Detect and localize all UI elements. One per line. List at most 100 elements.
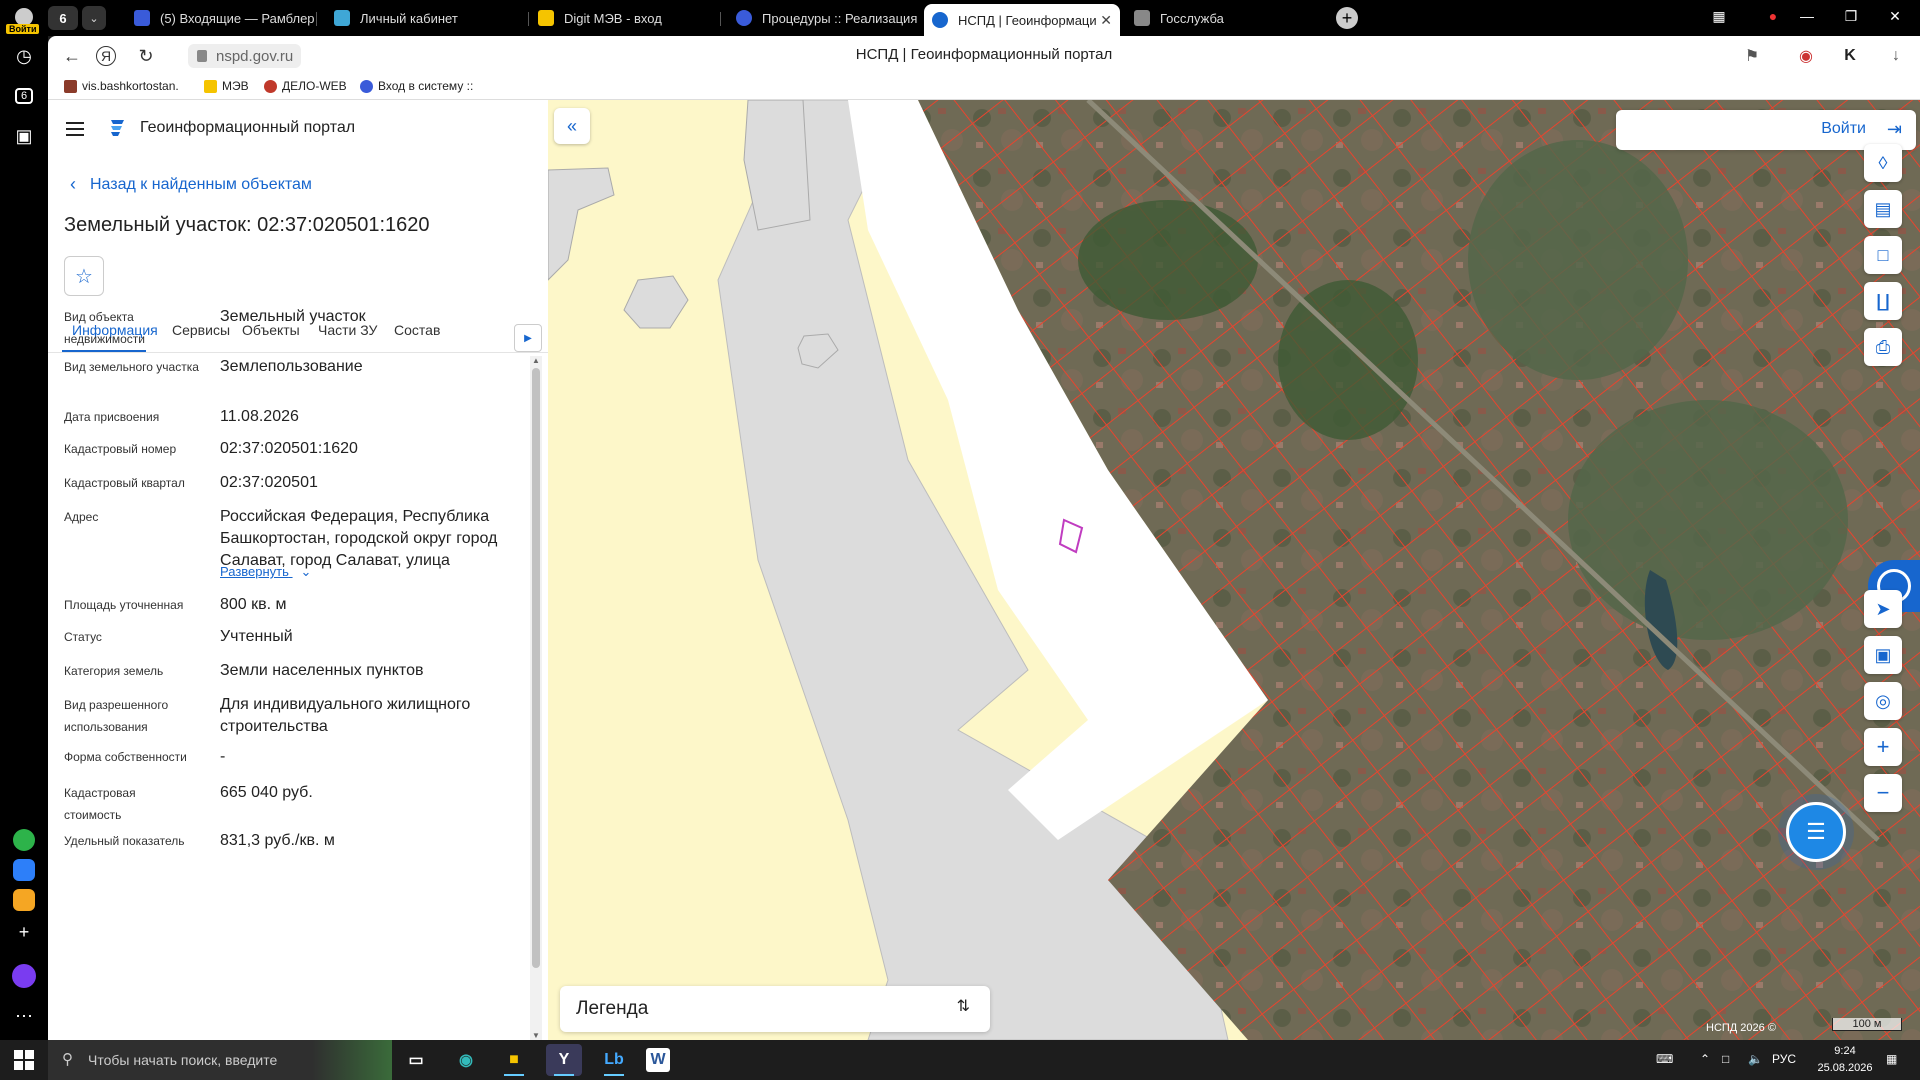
share-icon[interactable]: ∐ xyxy=(1864,282,1902,320)
property-key: Форма собственности xyxy=(64,750,187,764)
favorite-button[interactable]: ☆ xyxy=(64,256,104,296)
notifications-icon[interactable]: ● xyxy=(1758,8,1788,24)
volume-icon[interactable]: 🔈 xyxy=(1748,1052,1763,1066)
lb-app-icon[interactable]: Lb xyxy=(596,1044,632,1076)
chevron-down-icon[interactable]: ⌄ xyxy=(82,6,106,30)
property-value: Для индивидуального жилищного строительс… xyxy=(220,696,471,735)
browser-tab[interactable]: (5) Входящие — Рамблер xyxy=(126,4,314,32)
keyboard-icon[interactable]: ⌨ xyxy=(1656,1052,1673,1066)
zoom-out-button[interactable]: − xyxy=(1864,774,1902,812)
scrollbar-thumb[interactable] xyxy=(532,368,540,968)
more-icon[interactable]: ⋯ xyxy=(8,1000,40,1032)
chat-button[interactable]: ☰ xyxy=(1778,794,1854,870)
property-key: Кадастровый номер xyxy=(64,442,177,456)
property-value: 831,3 руб./кв. м xyxy=(220,832,335,849)
bookmark-icon[interactable]: ⚑ xyxy=(1740,44,1764,68)
select-area-icon[interactable]: □ xyxy=(1864,236,1902,274)
bookmark-item[interactable]: Вход в систему :: xyxy=(360,79,473,93)
back-button[interactable]: ← xyxy=(60,44,84,68)
property-key: Категория земель xyxy=(64,664,164,678)
map-view[interactable]: « Войти ⇥ ◊ ▤ □ ∐ ⎙ ➤ ▣ ◎ + − ☰ Легенда ⇅ … xyxy=(548,100,1920,1040)
tab-count[interactable]: 6 xyxy=(48,6,78,30)
screenshot-icon[interactable]: ▣ xyxy=(8,120,40,152)
edge-icon[interactable]: ◉ xyxy=(448,1044,484,1076)
gossluzhba-icon xyxy=(1134,10,1150,26)
taskbar-search[interactable]: ⚲ Чтобы начать поиск, введите xyxy=(48,1040,392,1080)
yandex-icon[interactable]: Я xyxy=(96,46,116,66)
yandex-browser-icon[interactable]: Y xyxy=(546,1044,582,1076)
locate-icon[interactable]: ➤ xyxy=(1864,590,1902,628)
close-window-button[interactable]: ✕ xyxy=(1880,8,1910,25)
network-icon[interactable]: □ xyxy=(1722,1052,1729,1066)
browser-tab-active[interactable]: НСПД | Геоинформаци ✕ xyxy=(924,4,1120,36)
legend-panel[interactable]: Легенда ⇅ xyxy=(560,986,990,1032)
search-location-icon[interactable]: ◎ xyxy=(1864,682,1902,720)
restore-button[interactable]: ❐ xyxy=(1836,8,1866,25)
ruler-icon[interactable]: ▤ xyxy=(1864,190,1902,228)
clock[interactable]: 9:24 25.08.2026 xyxy=(1810,1043,1880,1077)
login-icon: ⇥ xyxy=(1886,119,1902,139)
scroll-up-icon[interactable]: ▲ xyxy=(532,356,540,365)
alice-icon[interactable] xyxy=(8,960,40,992)
bookmarks-panel-icon[interactable]: ▦ xyxy=(1704,8,1734,25)
delo-icon xyxy=(264,79,277,93)
property-key: Вид объекта недвижимости xyxy=(64,310,145,346)
url-field[interactable]: nspd.gov.ru xyxy=(188,44,302,68)
close-icon[interactable]: ✕ xyxy=(1100,12,1112,29)
minimap-icon[interactable]: ▣ xyxy=(1864,636,1902,674)
zoom-in-button[interactable]: + xyxy=(1864,728,1902,766)
tabs-scroll-right-icon[interactable]: ▶ xyxy=(514,324,542,352)
new-tab-button[interactable]: + xyxy=(1336,7,1358,29)
search-highlight-image xyxy=(312,1040,392,1080)
notification-center-icon[interactable]: ▦ xyxy=(1886,1052,1897,1066)
word-icon[interactable]: W xyxy=(646,1048,670,1072)
minimize-button[interactable]: — xyxy=(1792,8,1822,24)
bookmark-item[interactable]: ДЕЛО-WEB xyxy=(264,79,347,93)
expand-address-link[interactable]: Развернуть ⌄ xyxy=(220,564,311,580)
tabs-count-icon[interactable]: 6 xyxy=(8,80,40,112)
browser-tab[interactable]: Госслужба xyxy=(1126,4,1326,32)
history-icon[interactable]: ◷ xyxy=(8,40,40,72)
property-value: Учтенный xyxy=(220,628,293,645)
browser-tab[interactable]: Личный кабинет xyxy=(326,4,526,32)
login-site-icon xyxy=(360,79,373,93)
panel-scrollbar[interactable]: ▲ ▼ xyxy=(530,356,542,1040)
downloads-icon[interactable]: ↓ xyxy=(1884,44,1908,68)
app-icon-green[interactable] xyxy=(8,824,40,856)
chevron-down-icon: ⌄ xyxy=(300,564,312,579)
menu-icon[interactable] xyxy=(66,122,84,136)
property-key: Удельный показатель xyxy=(64,834,185,848)
add-icon[interactable]: + xyxy=(8,916,40,948)
object-title: Земельный участок: 02:37:020501:1620 xyxy=(64,214,430,236)
scroll-down-icon[interactable]: ▼ xyxy=(532,1031,540,1040)
search-icon: ⚲ xyxy=(62,1051,73,1068)
tray-arrow-icon[interactable]: ⌃ xyxy=(1700,1052,1710,1066)
windows-start-icon[interactable] xyxy=(14,1050,34,1070)
property-value: Земли населенных пунктов xyxy=(220,662,424,679)
app-icon-blue[interactable] xyxy=(8,854,40,886)
protect-icon[interactable]: ◉ xyxy=(1794,44,1818,68)
expand-collapse-icon: ⇅ xyxy=(956,998,970,1015)
print-icon[interactable]: ⎙ xyxy=(1864,328,1902,366)
portal-title: Геоинформационный портал xyxy=(140,119,356,136)
task-view-icon[interactable]: ▭ xyxy=(398,1044,434,1076)
property-key: Статус xyxy=(64,630,102,644)
bookmark-item[interactable]: МЭВ xyxy=(204,79,249,93)
back-to-results-link[interactable]: ‹ Назад к найденным объектам xyxy=(70,174,312,195)
collapse-panel-button[interactable]: « xyxy=(554,108,590,144)
mail-icon[interactable] xyxy=(8,884,40,916)
bookmark-item[interactable]: vis.bashkortostan. xyxy=(64,79,179,93)
profile-login-button[interactable]: Войти xyxy=(2,2,46,34)
procedures-icon xyxy=(736,10,752,26)
explorer-icon[interactable]: ■ xyxy=(496,1044,532,1076)
chevron-left-icon: ‹ xyxy=(70,174,76,194)
browser-tab[interactable]: Процедуры :: Реализация xyxy=(728,4,918,32)
reload-button[interactable]: ↻ xyxy=(134,44,158,68)
map-canvas xyxy=(548,100,1920,1040)
browser-tab[interactable]: Digit МЭВ - вход xyxy=(530,4,710,32)
language-indicator[interactable]: РУС xyxy=(1772,1052,1796,1066)
star-icon: ☆ xyxy=(75,265,93,288)
property-value: - xyxy=(220,748,226,765)
extension-icon[interactable]: K xyxy=(1838,44,1862,68)
layers-icon[interactable]: ◊ xyxy=(1864,144,1902,182)
